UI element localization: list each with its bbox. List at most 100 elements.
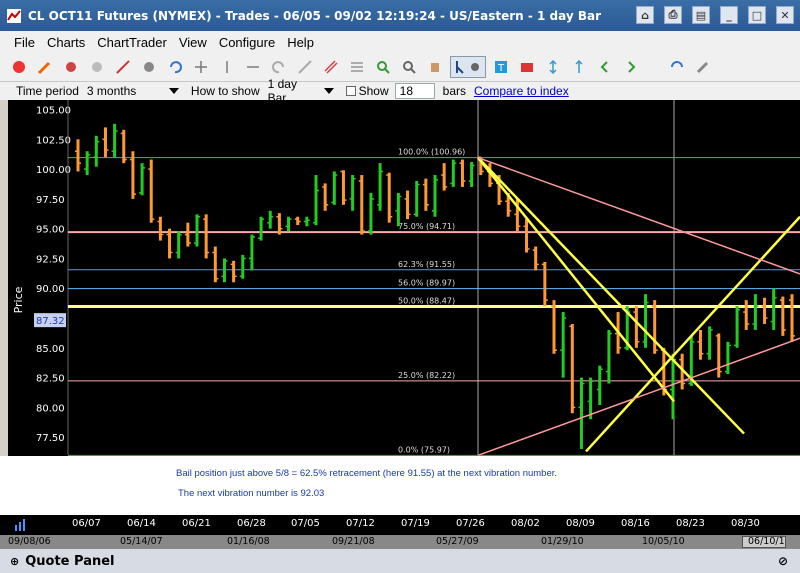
menu-charts[interactable]: Charts <box>41 35 91 50</box>
minimize-button[interactable]: _ <box>720 6 738 24</box>
ohlc-bar <box>441 163 448 191</box>
ohlc-bar <box>166 228 173 259</box>
bars-count-input[interactable]: 18 <box>394 83 435 99</box>
x-tick: 08/09 <box>566 518 595 529</box>
ohlc-bar <box>468 161 475 187</box>
ohlc-bar <box>605 329 612 384</box>
arrows-v-icon[interactable] <box>542 56 564 78</box>
how-to-show-label: How to show <box>190 84 260 98</box>
ohlc-bar <box>761 297 768 324</box>
annotation-line-2: The next vibration number is 92.03 <box>178 488 325 499</box>
crosshair-icon[interactable] <box>190 56 212 78</box>
menu-file[interactable]: File <box>8 35 41 50</box>
ohlc-bar <box>313 175 319 226</box>
fib-level-label: 62.3% (91.55) <box>398 260 455 269</box>
ohlc-bar <box>175 231 182 259</box>
price-chart[interactable]: 105.00 102.50 100.00 97.50 95.00 92.50 90.00 87… <box>8 100 800 515</box>
fib-level-label: 100.0% (100.96) <box>398 148 465 157</box>
menu-help[interactable]: Help <box>281 35 320 50</box>
expand-icon[interactable]: ⊕ <box>10 555 19 568</box>
refresh-icon[interactable] <box>666 56 688 78</box>
ohlc-bar <box>450 159 457 187</box>
time-period-select[interactable]: 3 months <box>87 84 179 98</box>
eraser-icon[interactable] <box>60 56 82 78</box>
chart-app-icon <box>7 8 21 23</box>
draw-line-icon[interactable] <box>112 56 134 78</box>
menu-bar: File Charts ChartTrader View Configure H… <box>0 31 800 53</box>
quote-panel-title: Quote Panel <box>25 553 115 569</box>
fib-icon[interactable] <box>346 56 368 78</box>
scroll-right-icon[interactable] <box>620 56 642 78</box>
scroll-date: 05/27/09 <box>436 536 479 547</box>
color-icon[interactable] <box>138 56 160 78</box>
x-tick: 07/12 <box>346 518 375 529</box>
text-icon[interactable]: T <box>490 56 512 78</box>
ohlc-bar <box>697 329 704 360</box>
hand-icon[interactable] <box>424 56 446 78</box>
quote-panel-bar[interactable]: ⊕ Quote Panel ⊘ <box>0 549 800 573</box>
price-tag-icon[interactable] <box>516 56 538 78</box>
trendline-icon[interactable] <box>294 56 316 78</box>
ohlc-bar <box>715 333 722 378</box>
arrows-v2-icon[interactable] <box>568 56 590 78</box>
disabled-icon[interactable] <box>86 56 108 78</box>
vline-icon[interactable] <box>216 56 238 78</box>
ohlc-bar <box>642 294 649 348</box>
ohlc-bar <box>303 216 310 227</box>
x-tick: 08/02 <box>511 518 540 529</box>
ohlc-bar <box>633 306 640 348</box>
ohlc-bar <box>230 260 237 283</box>
ohlc-bar <box>212 246 219 283</box>
channel-icon[interactable] <box>320 56 342 78</box>
ohlc-bar <box>129 151 136 199</box>
cursor-mode-icon[interactable] <box>450 56 486 78</box>
y-tick-label: 90.00 <box>36 284 65 295</box>
trend-line[interactable] <box>477 337 800 457</box>
timeline-scrollbar[interactable]: 09/08/06 05/14/07 01/16/08 09/21/08 05/2… <box>0 535 800 549</box>
ohlc-bar <box>267 210 274 229</box>
print-icon[interactable]: ⎙ <box>664 6 682 24</box>
ohlc-bar <box>551 300 557 354</box>
y-tick-label: 100.00 <box>36 165 71 176</box>
fib-level-label: 25.0% (82.22) <box>398 371 455 380</box>
move-icon[interactable] <box>8 56 30 78</box>
window-titlebar: CL OCT11 Futures (NYMEX) - Trades - 06/0… <box>0 0 800 31</box>
undo-icon[interactable] <box>164 56 186 78</box>
ohlc-bar <box>734 306 741 348</box>
hline-icon[interactable] <box>242 56 264 78</box>
scroll-left-icon[interactable] <box>594 56 616 78</box>
ohlc-bar <box>322 183 329 211</box>
pencil-icon[interactable] <box>34 56 56 78</box>
pin-icon[interactable]: ⌂ <box>636 6 654 24</box>
menu-charttrader[interactable]: ChartTrader <box>91 35 173 50</box>
y-tick-label: 95.00 <box>36 225 65 236</box>
wrench-icon[interactable] <box>692 56 714 78</box>
ohlc-bar <box>779 296 786 336</box>
menu-view[interactable]: View <box>173 35 213 50</box>
window-title: CL OCT11 Futures (NYMEX) - Trades - 06/0… <box>28 8 602 23</box>
lock-icon[interactable]: ▤ <box>692 6 710 24</box>
gann-fan-line[interactable] <box>477 156 745 435</box>
pin-icon[interactable]: ⊘ <box>778 554 788 568</box>
compare-to-index-link[interactable]: Compare to index <box>474 84 569 98</box>
show-checkbox[interactable]: Show <box>345 84 389 98</box>
menu-configure[interactable]: Configure <box>213 35 281 50</box>
zoom-out-icon[interactable] <box>398 56 420 78</box>
volume-icon[interactable] <box>14 519 30 531</box>
ohlc-bar <box>102 127 109 158</box>
redo-icon[interactable] <box>268 56 290 78</box>
ohlc-bar <box>111 123 118 158</box>
x-tick: 07/26 <box>456 518 485 529</box>
fib-level-label: 75.0% (94.71) <box>398 222 455 231</box>
ohlc-bar <box>596 365 603 405</box>
x-tick: 06/14 <box>127 518 156 529</box>
ohlc-bar <box>340 170 347 205</box>
ohlc-bar <box>349 175 356 211</box>
x-tick: 07/05 <box>291 518 320 529</box>
zoom-in-icon[interactable] <box>372 56 394 78</box>
ohlc-bar <box>789 294 795 342</box>
maximize-button[interactable]: □ <box>748 6 766 24</box>
y-tick-label: 80.00 <box>36 403 65 414</box>
close-button[interactable]: ✕ <box>776 6 794 24</box>
gann-fan-line[interactable] <box>477 156 675 403</box>
